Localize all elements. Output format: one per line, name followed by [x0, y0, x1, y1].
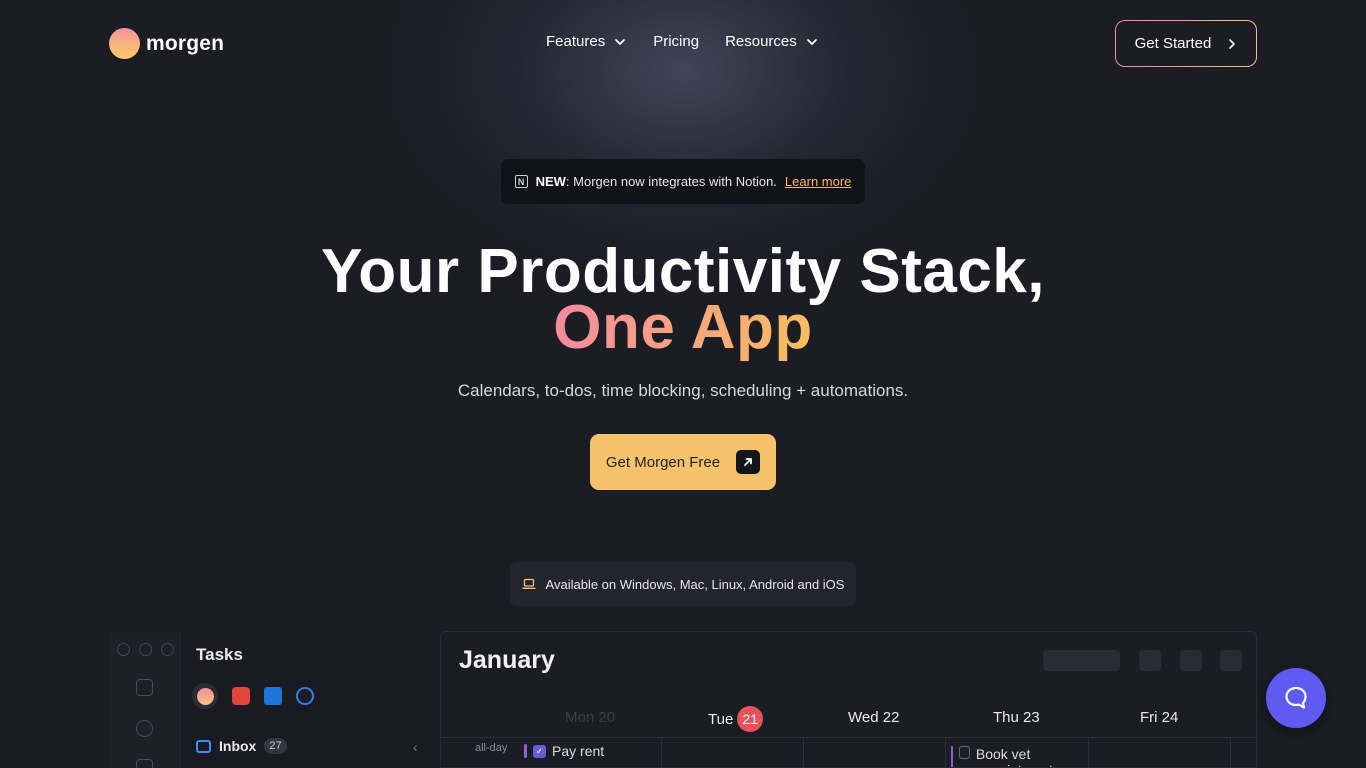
inbox-rail-icon	[136, 759, 153, 768]
event-label: Book vet appointment	[975, 746, 1053, 767]
platforms-text: Available on Windows, Mac, Linux, Androi…	[545, 576, 845, 592]
hero-title: Your Productivity Stack, One App	[0, 237, 1366, 359]
window-controls	[117, 643, 174, 656]
event-label: Pay rent	[552, 743, 605, 759]
app-preview-tasks: Tasks Inbox 27 ‹	[109, 631, 439, 768]
app-preview-calendar: January Mon 20 Tue 21 Wed 22 Thu 23 Fri …	[440, 631, 1257, 768]
day-header: Wed 22	[848, 709, 900, 726]
nav-link-pricing[interactable]: Pricing	[653, 33, 699, 50]
nav-link-label: Pricing	[653, 33, 700, 50]
day-header: Fri 24	[1140, 709, 1179, 726]
day-header: Thu 23	[993, 709, 1040, 726]
get-morgen-free-button[interactable]: Get Morgen Free	[590, 434, 776, 490]
day-header: Mon 20	[565, 709, 616, 726]
event-book-vet[interactable]: Book vet appointment	[951, 746, 1081, 767]
integrations-icon	[136, 720, 153, 737]
view-switcher[interactable]	[1043, 650, 1120, 671]
check-circle-icon[interactable]	[296, 687, 314, 705]
laptop-icon	[521, 578, 536, 589]
inbox-icon	[196, 739, 211, 753]
app-sidebar-rail	[109, 631, 181, 768]
chevron-left-icon[interactable]: ‹	[413, 739, 418, 755]
learn-more-link[interactable]: Learn more	[785, 174, 851, 189]
tasks-check-icon	[136, 679, 153, 696]
tasks-title: Tasks	[196, 645, 243, 664]
chevron-down-icon	[615, 38, 626, 45]
nav-link-label: Resources	[725, 33, 797, 50]
arrow-up-right-icon	[736, 450, 761, 474]
checkbox-checked-icon[interactable]: ✓	[533, 744, 546, 758]
calendar-control[interactable]	[1180, 650, 1202, 671]
support-chat-button[interactable]	[1266, 668, 1326, 728]
nav-link-resources[interactable]: Resources	[725, 33, 819, 50]
nav-link-features[interactable]: Features	[546, 33, 627, 50]
banner-new-label: NEW	[535, 174, 566, 189]
day-header-label: Tue	[708, 710, 734, 728]
notion-icon: N	[514, 175, 528, 188]
inbox-label: Inbox	[219, 738, 257, 754]
get-started-button[interactable]: Get Started	[1115, 20, 1257, 67]
checkbox-empty-icon[interactable]	[959, 746, 970, 759]
window-dot-icon	[161, 643, 174, 656]
outlook-icon[interactable]	[264, 687, 282, 705]
chevron-down-icon	[806, 38, 817, 45]
get-started-label: Get Started	[1134, 35, 1212, 52]
calendar-control[interactable]	[1220, 650, 1242, 671]
chevron-right-icon	[1229, 38, 1236, 49]
grid-line	[1088, 738, 1089, 767]
banner-text: : Morgen now integrates with Notion.	[565, 174, 777, 189]
todoist-icon[interactable]	[232, 687, 250, 705]
grid-line	[803, 738, 804, 767]
task-sources	[192, 683, 314, 709]
chat-bubble-icon	[1285, 686, 1307, 709]
hero-subtitle: Calendars, to-dos, time blocking, schedu…	[457, 381, 909, 400]
announcement-banner: N NEW: Morgen now integrates with Notion…	[501, 159, 865, 204]
top-navigation: morgen Features Pricing Resources Get St…	[0, 0, 1366, 86]
grid-line	[441, 737, 1256, 738]
morgen-icon[interactable]	[192, 683, 218, 709]
allday-label: all-day	[475, 742, 508, 754]
grid-line	[661, 738, 662, 767]
calendar-day-headers: Mon 20 Tue 21 Wed 22 Thu 23 Fri 24	[441, 706, 1256, 736]
hero-title-line2: One App	[553, 293, 813, 362]
platforms-badge: Available on Windows, Mac, Linux, Androi…	[510, 562, 856, 606]
calendar-month: January	[459, 646, 555, 674]
grid-line	[945, 738, 946, 767]
brand-logo[interactable]: morgen	[109, 28, 224, 59]
inbox-item[interactable]: Inbox 27	[196, 738, 287, 754]
today-badge: 21	[737, 706, 764, 732]
brand-name: morgen	[146, 31, 225, 55]
window-dot-icon	[117, 643, 130, 656]
grid-line	[1230, 738, 1231, 767]
hero-title-line1: Your Productivity Stack,	[320, 237, 1046, 306]
inbox-count-badge: 27	[264, 738, 287, 754]
day-header-today: Tue 21	[708, 706, 764, 732]
event-pay-rent[interactable]: ✓ Pay rent	[524, 743, 604, 759]
cta-label: Get Morgen Free	[605, 453, 721, 471]
window-dot-icon	[139, 643, 152, 656]
logo-mark-icon	[109, 28, 140, 59]
nav-links: Features Pricing Resources	[546, 33, 819, 50]
calendar-control[interactable]	[1139, 650, 1161, 671]
nav-link-label: Features	[546, 33, 606, 50]
